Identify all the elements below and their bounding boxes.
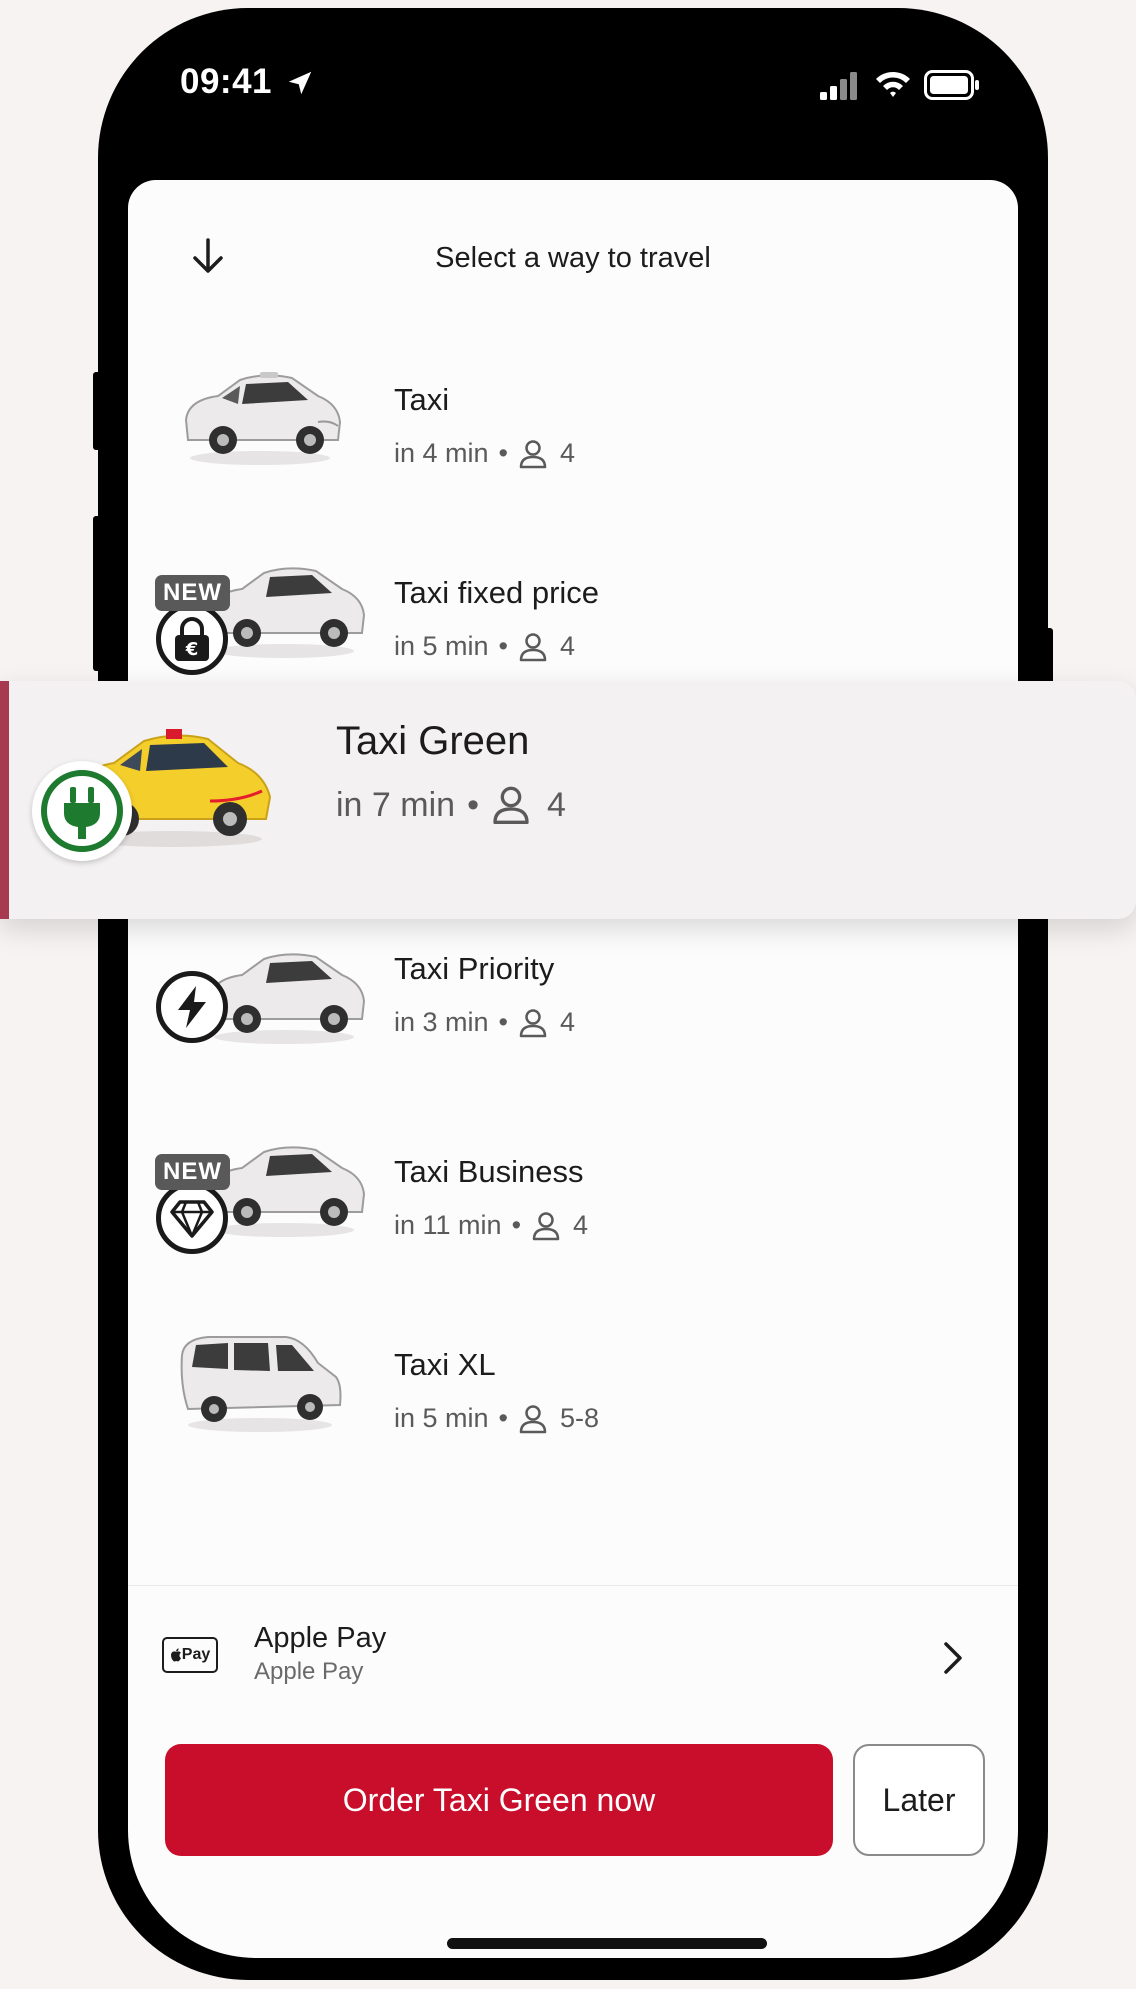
ride-meta: in 5 min • 4 bbox=[394, 631, 575, 662]
ride-name: Taxi bbox=[394, 382, 450, 417]
electric-plug-badge bbox=[32, 761, 132, 861]
ride-option-taxi-business[interactable]: NEW Taxi Business in 11 min • 4 bbox=[128, 1122, 1018, 1282]
ride-capacity: 4 bbox=[560, 438, 576, 468]
ride-name: Taxi Priority bbox=[394, 951, 555, 986]
apple-icon bbox=[170, 1648, 181, 1662]
ride-option-taxi-green-selected[interactable]: Taxi Green in 7 min • 4 bbox=[0, 681, 1136, 919]
ride-option-taxi[interactable]: Taxi in 4 min • 4 bbox=[128, 350, 1018, 510]
sheet-header: Select a way to travel bbox=[128, 180, 1018, 290]
ride-option-taxi-xl[interactable]: Taxi XL in 5 min • 5-8 bbox=[128, 1315, 1018, 1475]
ride-capacity: 4 bbox=[560, 631, 576, 661]
ride-meta: in 3 min • 4 bbox=[394, 1007, 575, 1038]
person-icon bbox=[532, 1211, 560, 1240]
phone-frame: 09:41 Select a way to travel Taxi in 4 m… bbox=[93, 8, 1053, 1980]
ride-eta: in 5 min bbox=[394, 631, 489, 661]
taxi-car-icon bbox=[184, 372, 342, 465]
order-now-button[interactable]: Order Taxi Green now bbox=[165, 1744, 833, 1856]
plug-icon bbox=[41, 770, 123, 852]
separator-dot: • bbox=[467, 785, 479, 824]
battery-icon bbox=[924, 70, 979, 100]
lightning-icon bbox=[178, 986, 206, 1028]
separator-dot: • bbox=[511, 1210, 522, 1240]
ride-option-taxi-priority[interactable]: Taxi Priority in 3 min • 4 bbox=[128, 929, 1018, 1089]
ride-selection-sheet: Select a way to travel Taxi in 4 min • 4… bbox=[128, 180, 1018, 1958]
new-badge: NEW bbox=[155, 575, 230, 611]
status-time: 09:41 bbox=[180, 62, 273, 101]
lightning-badge bbox=[156, 971, 228, 1043]
ride-eta: in 4 min bbox=[394, 438, 489, 468]
ride-capacity: 4 bbox=[573, 1210, 589, 1240]
diamond-icon bbox=[170, 1200, 214, 1238]
ride-meta: in 7 min • 4 bbox=[336, 785, 566, 825]
ride-capacity: 4 bbox=[546, 785, 566, 824]
person-icon bbox=[493, 786, 529, 824]
separator-dot: • bbox=[498, 1403, 508, 1433]
taxi-van-icon bbox=[180, 1336, 342, 1432]
separator-dot: • bbox=[498, 438, 508, 468]
separator-dot: • bbox=[498, 631, 508, 661]
person-icon bbox=[519, 1008, 547, 1037]
later-button[interactable]: Later bbox=[853, 1744, 985, 1856]
wifi-icon bbox=[876, 71, 910, 97]
ride-name: Taxi Green bbox=[336, 719, 530, 763]
apple-pay-logo-text: Pay bbox=[181, 1646, 211, 1663]
location-arrow-icon bbox=[288, 71, 312, 95]
euro-lock-badge: € bbox=[156, 603, 228, 675]
ride-capacity: 5-8 bbox=[560, 1403, 600, 1433]
svg-text:€: € bbox=[185, 639, 199, 660]
chevron-right-icon bbox=[944, 1642, 962, 1674]
euro-lock-icon: € bbox=[175, 617, 209, 661]
ride-name: Taxi fixed price bbox=[394, 575, 600, 610]
person-icon bbox=[519, 439, 547, 468]
person-icon bbox=[519, 632, 547, 661]
ride-capacity: 4 bbox=[560, 1007, 576, 1037]
ride-eta: in 5 min bbox=[394, 1403, 489, 1433]
page-title: Select a way to travel bbox=[435, 242, 711, 274]
home-indicator bbox=[447, 1938, 767, 1949]
ride-eta: in 11 min bbox=[394, 1210, 502, 1240]
cellular-signal-icon bbox=[820, 72, 857, 100]
ride-meta: in 4 min • 4 bbox=[394, 438, 575, 469]
status-bar: 09:41 bbox=[98, 8, 1048, 168]
ride-name: Taxi XL bbox=[394, 1347, 496, 1382]
volume-up-button bbox=[93, 516, 103, 671]
separator-dot: • bbox=[498, 1007, 508, 1037]
ride-name: Taxi Business bbox=[394, 1154, 584, 1189]
mute-switch bbox=[93, 372, 103, 450]
diamond-badge bbox=[156, 1182, 228, 1254]
ride-eta: in 3 min bbox=[394, 1007, 489, 1037]
ride-option-taxi-fixed-price[interactable]: € NEW Taxi fixed price in 5 min • 4 bbox=[128, 543, 1018, 703]
payment-method-sub: Apple Pay bbox=[254, 1658, 364, 1685]
payment-method-name: Apple Pay bbox=[254, 1622, 387, 1654]
person-icon bbox=[519, 1404, 547, 1433]
payment-method-row[interactable]: Pay Apple Pay Apple Pay bbox=[128, 1585, 1018, 1735]
selected-indicator bbox=[0, 681, 9, 919]
ride-eta: in 7 min bbox=[336, 785, 456, 824]
ride-meta: in 11 min • 4 bbox=[394, 1210, 588, 1241]
apple-pay-logo: Pay bbox=[162, 1637, 218, 1673]
new-badge: NEW bbox=[155, 1154, 230, 1190]
ride-meta: in 5 min • 5-8 bbox=[394, 1403, 599, 1434]
